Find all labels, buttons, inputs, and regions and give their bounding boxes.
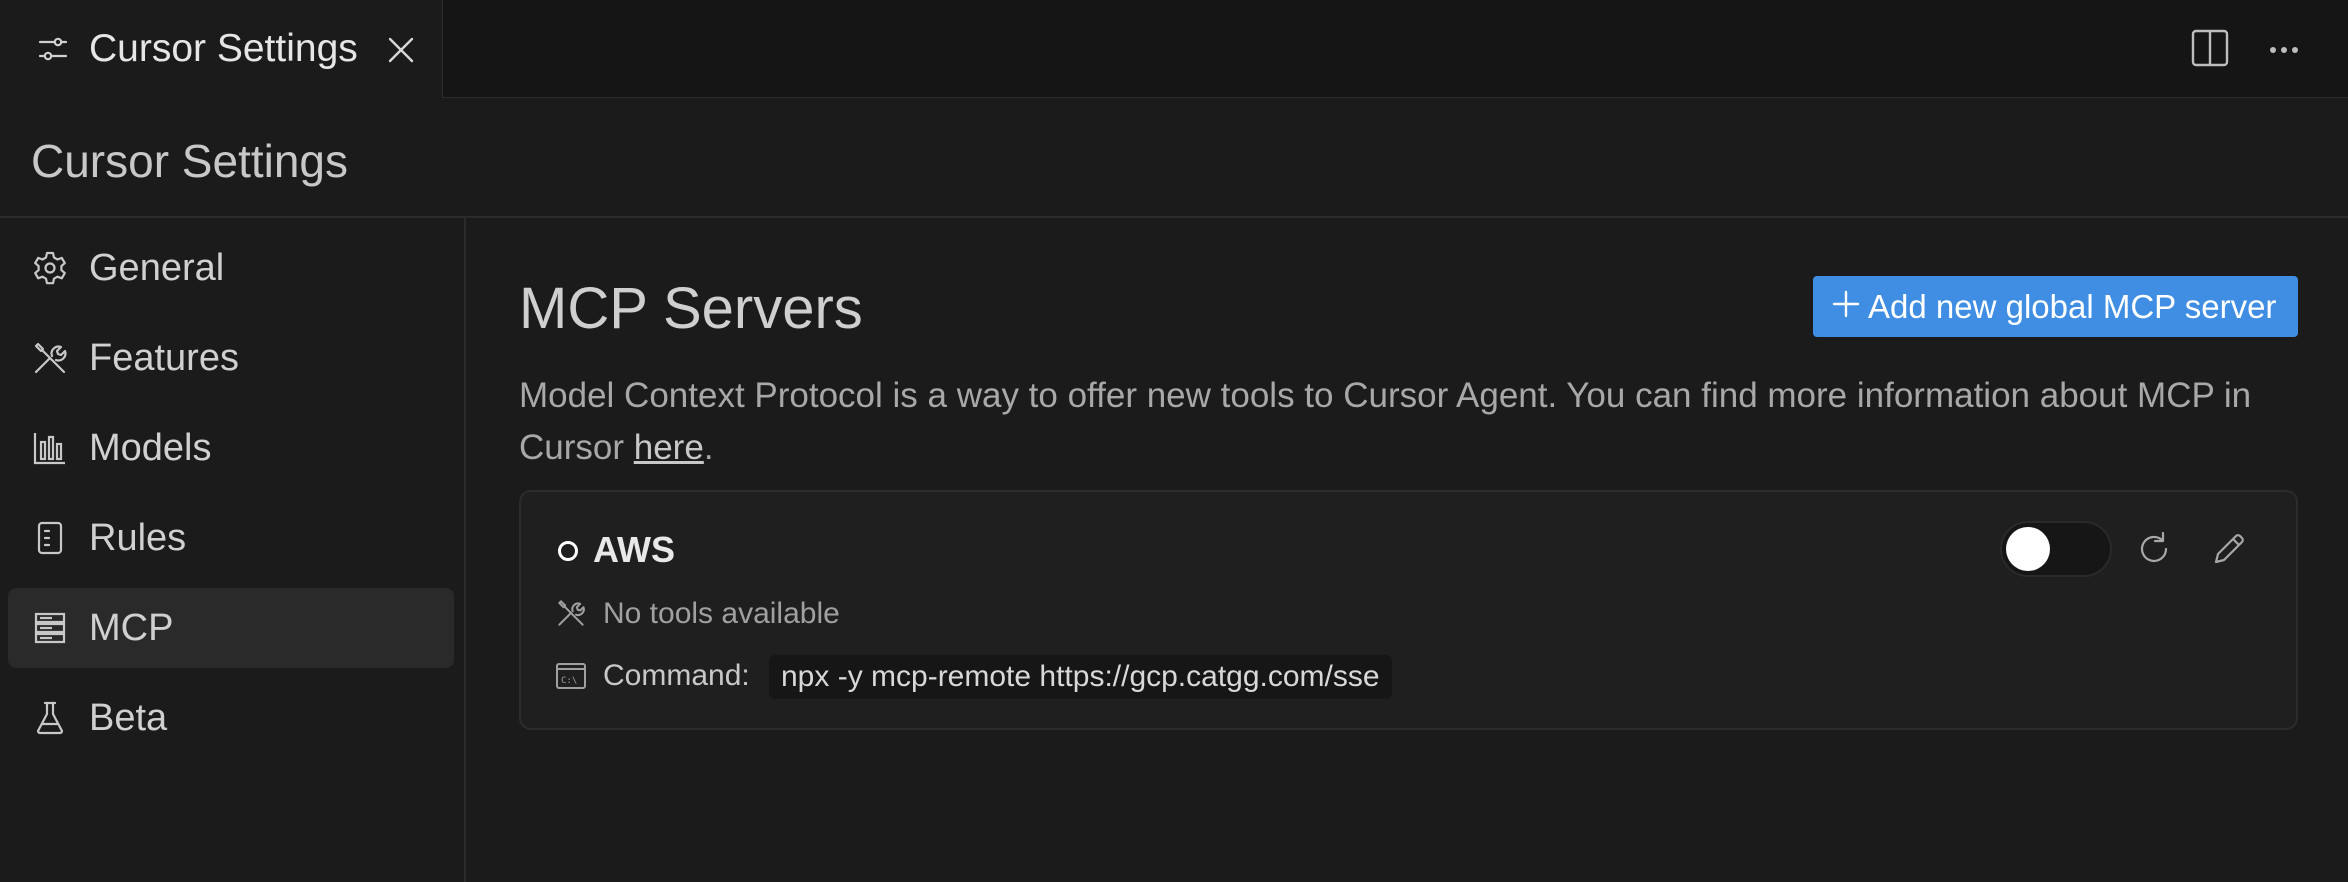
split-editor-icon[interactable] [2190,28,2230,68]
tab-cursor-settings[interactable]: Cursor Settings [0,0,443,98]
close-icon[interactable] [385,34,417,66]
mcp-server-card: AWS No tools available C:\ Command: npx … [519,490,2298,730]
document-icon [37,521,63,555]
sidebar-item-label: Features [89,337,239,379]
sidebar-item-label: MCP [89,607,174,649]
tools-icon [34,342,67,374]
add-global-mcp-server-button[interactable]: Add new global MCP server [1813,276,2298,337]
settings-sidebar: General Features Models Rules MCP Beta [0,218,466,882]
sidebar-item-beta[interactable]: Beta [8,678,454,758]
add-button-label: Add new global MCP server [1868,288,2277,325]
server-name: AWS [593,529,676,570]
plus-icon [1832,290,1860,318]
bar-chart-icon [33,433,65,465]
sidebar-item-label: Rules [89,517,187,559]
sidebar-item-label: Beta [89,697,168,739]
settings-sliders-icon [38,37,68,61]
gear-icon [34,251,66,285]
svg-text:C:\: C:\ [561,676,577,686]
editor-tab-bar: Cursor Settings [0,0,2348,98]
sidebar-item-label: General [89,247,225,289]
sidebar-item-general[interactable]: General [8,228,454,308]
more-actions-icon[interactable] [2264,30,2304,70]
server-enable-toggle[interactable] [2000,521,2112,577]
sidebar-item-label: Models [89,427,212,469]
sidebar-item-rules[interactable]: Rules [8,498,454,578]
description-text: Model Context Protocol is a way to offer… [519,376,2252,467]
section-title: MCP Servers [519,276,863,341]
sidebar-item-models[interactable]: Models [8,408,454,488]
pencil-icon[interactable] [2210,530,2248,568]
refresh-icon[interactable] [2135,530,2173,568]
docs-link[interactable]: here [634,428,704,467]
tab-label: Cursor Settings [89,27,358,70]
mcp-description: Model Context Protocol is a way to offer… [519,370,2279,474]
sidebar-item-mcp[interactable]: MCP [8,588,454,668]
toggle-knob [2006,527,2050,571]
terminal-icon: C:\ [556,663,586,689]
sidebar-item-features[interactable]: Features [8,318,454,398]
page-title: Cursor Settings [31,135,349,187]
flask-icon [36,701,64,735]
status-indicator [558,541,578,561]
tools-icon [558,600,585,626]
command-label: Command: [603,659,750,692]
command-value: npx -y mcp-remote https://gcp.catgg.com/… [769,655,1392,699]
description-end: . [703,428,714,467]
server-icon [34,612,66,644]
tools-status: No tools available [603,597,840,630]
